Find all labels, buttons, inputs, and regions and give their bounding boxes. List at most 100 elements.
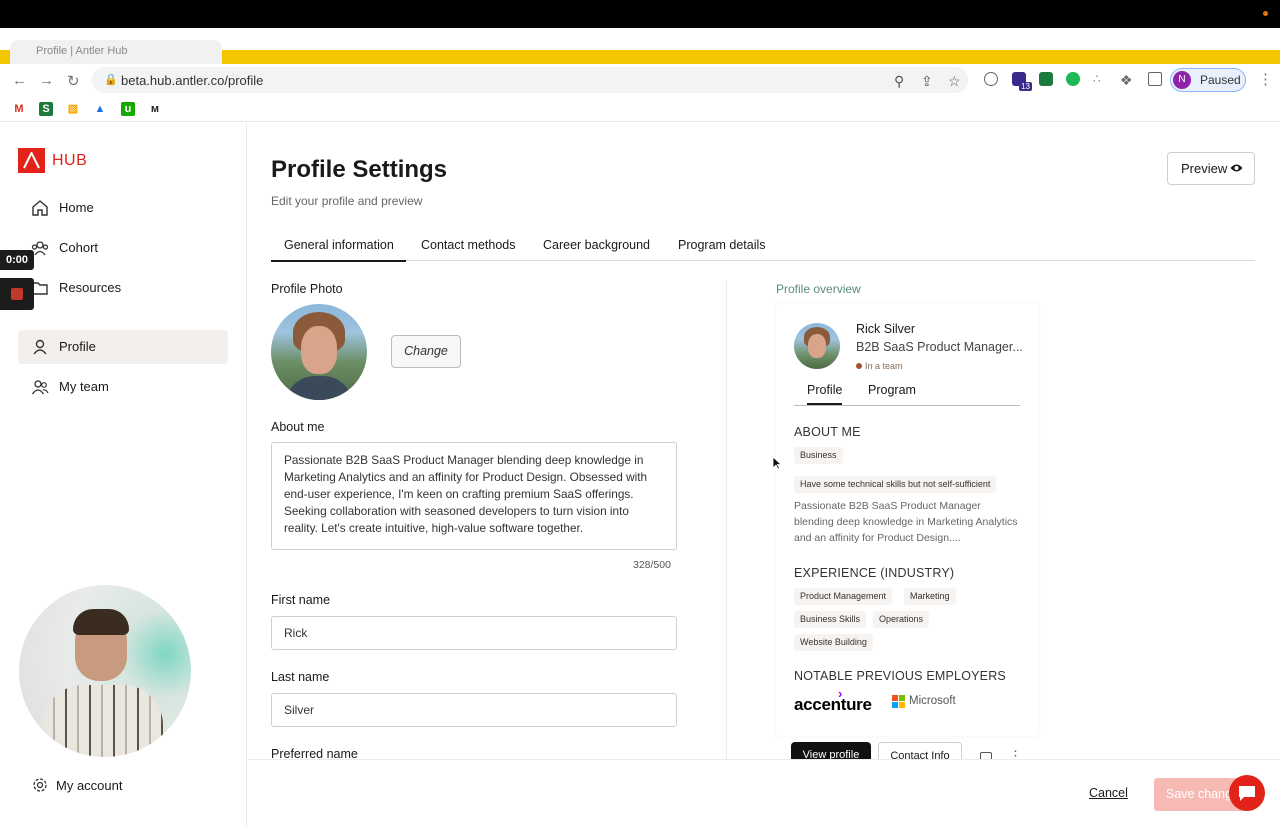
overview-avatar: [794, 323, 840, 369]
chat-support-button[interactable]: [1229, 775, 1265, 811]
sidebar-item-profile[interactable]: Profile: [18, 330, 228, 364]
last-name-input[interactable]: Silver: [271, 693, 677, 727]
more-options-icon[interactable]: ⋮: [1009, 748, 1022, 759]
overview-tab-profile[interactable]: Profile: [807, 383, 843, 405]
browser-toolbar: ← → ↻ 🔒 beta.hub.antler.co/profile ⚲ ⇪ ☆…: [0, 64, 1280, 96]
sidebar-item-my-team[interactable]: My team: [18, 370, 228, 404]
zoom-icon[interactable]: ⚲: [894, 73, 904, 90]
tab-program-details[interactable]: Program details: [678, 238, 766, 252]
upwork-bookmark-icon[interactable]: u: [121, 102, 135, 116]
profile-paused-button[interactable]: N Paused: [1170, 68, 1246, 92]
about-excerpt: Passionate B2B SaaS Product Manager blen…: [794, 500, 1018, 544]
accenture-chevron-icon: ›: [838, 686, 843, 701]
preferred-name-label: Preferred name: [271, 747, 358, 759]
extension-dots-icon[interactable]: ∴: [1093, 72, 1107, 86]
contact-info-button[interactable]: Contact Info: [878, 742, 962, 759]
screen-top-bar: [0, 0, 1280, 28]
recording-indicator-icon: [1263, 11, 1268, 16]
photo-face: [301, 326, 337, 374]
share-icon[interactable]: ⇪: [921, 73, 933, 90]
footer-actions: Cancel Save changes: [248, 759, 1280, 827]
microsoft-logo: Microsoft: [892, 695, 956, 708]
first-name-input[interactable]: Rick: [271, 616, 677, 650]
first-name-label: First name: [271, 593, 331, 607]
gmail-bookmark-icon[interactable]: M: [12, 102, 26, 116]
back-icon[interactable]: ←: [12, 72, 27, 89]
preview-label: Preview: [1181, 161, 1228, 176]
lock-icon: 🔒: [104, 74, 118, 86]
my-account-link[interactable]: My account: [20, 778, 122, 793]
mouse-cursor-icon: [772, 456, 782, 470]
status-badge: In a team: [856, 361, 903, 371]
overview-tabs: Profile Program: [794, 380, 1020, 406]
experience-tag: Business Skills: [794, 611, 867, 628]
url-text: beta.hub.antler.co/profile: [121, 73, 264, 88]
stop-recording-button[interactable]: [0, 278, 34, 310]
experience-tag: Website Building: [794, 634, 873, 651]
photo-shirt: [285, 376, 353, 400]
tab-career-background[interactable]: Career background: [543, 238, 650, 252]
browser-tab[interactable]: Profile | Antler Hub: [10, 40, 222, 64]
extension-badge: 13: [1019, 82, 1032, 91]
profile-photo: [271, 304, 367, 400]
profile-avatar: N: [1173, 71, 1191, 89]
browser-tab-strip: Profile | Antler Hub: [0, 28, 1280, 64]
forward-icon[interactable]: →: [39, 72, 54, 89]
microsoft-squares-icon: [892, 695, 905, 708]
antler-logo-icon[interactable]: [18, 148, 45, 173]
sidebar-item-home[interactable]: Home: [18, 191, 228, 225]
sidebar-item-label: Profile: [59, 339, 96, 354]
cancel-button[interactable]: Cancel: [1089, 786, 1128, 800]
analytics-bookmark-icon[interactable]: ▧: [66, 102, 80, 116]
page-subtitle: Edit your profile and preview: [271, 194, 423, 208]
about-me-textarea[interactable]: Passionate B2B SaaS Product Manager blen…: [271, 442, 677, 550]
extension-ghost-icon[interactable]: [984, 72, 998, 86]
address-bar[interactable]: 🔒 beta.hub.antler.co/profile ⚲ ⇪ ☆: [92, 67, 968, 93]
about-tag: Business: [794, 447, 843, 464]
extension-spotify-icon[interactable]: [1066, 72, 1080, 86]
page-title: Profile Settings: [271, 156, 448, 183]
accenture-logo: accenture ›: [794, 686, 872, 715]
side-panel-icon[interactable]: [1148, 72, 1162, 86]
gear-icon: [33, 778, 47, 792]
preview-button[interactable]: Preview: [1167, 152, 1255, 185]
overview-avatar-face: [808, 334, 826, 358]
s-bookmark-icon[interactable]: S: [39, 102, 53, 116]
browser-menu-icon[interactable]: ⋮: [1258, 70, 1273, 88]
column-divider: [726, 280, 727, 759]
bookmarks-bar: M S ▧ ▲ u м: [0, 96, 1280, 122]
reload-icon[interactable]: ↻: [67, 72, 80, 90]
overview-tab-program[interactable]: Program: [868, 383, 916, 397]
employers-heading: NOTABLE PREVIOUS EMPLOYERS: [794, 669, 1006, 683]
eye-icon: [1230, 164, 1243, 172]
my-account-label: My account: [56, 778, 123, 793]
change-photo-button[interactable]: Change: [391, 335, 461, 368]
about-me-label: About me: [271, 420, 325, 434]
browser-tab-title: Profile | Antler Hub: [36, 45, 128, 57]
extension-s-icon[interactable]: [1039, 72, 1053, 86]
recording-timer: 0:00: [0, 250, 34, 270]
about-heading: ABOUT ME: [794, 425, 861, 439]
sidebar-item-cohort[interactable]: Cohort: [18, 231, 228, 265]
overview-name: Rick Silver: [856, 322, 916, 336]
chart-bookmark-icon[interactable]: ▲: [93, 102, 107, 116]
accenture-wordmark: accenture: [794, 695, 872, 714]
tab-general-information[interactable]: General information: [271, 238, 406, 262]
profile-photo-label: Profile Photo: [271, 282, 343, 296]
user-icon: [33, 339, 47, 355]
sidebar-item-label: My team: [59, 379, 109, 394]
profile-status-label: Paused: [1200, 73, 1241, 87]
tab-contact-methods[interactable]: Contact methods: [421, 238, 516, 252]
m-bookmark-icon[interactable]: м: [148, 102, 162, 116]
last-name-label: Last name: [271, 670, 330, 684]
bookmark-star-icon[interactable]: ☆: [948, 73, 961, 90]
experience-tag: Operations: [873, 611, 930, 628]
profile-overview-card: Rick Silver B2B SaaS Product Manager... …: [776, 303, 1038, 736]
extensions-puzzle-icon[interactable]: ❖: [1120, 72, 1134, 88]
view-profile-button[interactable]: View profile: [791, 742, 871, 759]
main-content: Profile Settings Edit your profile and p…: [248, 123, 1280, 759]
save-checkbox-icon[interactable]: [980, 752, 992, 759]
sidebar-item-resources[interactable]: Resources: [18, 271, 228, 305]
microsoft-wordmark: Microsoft: [909, 695, 956, 707]
webcam-bubble[interactable]: [19, 585, 191, 757]
